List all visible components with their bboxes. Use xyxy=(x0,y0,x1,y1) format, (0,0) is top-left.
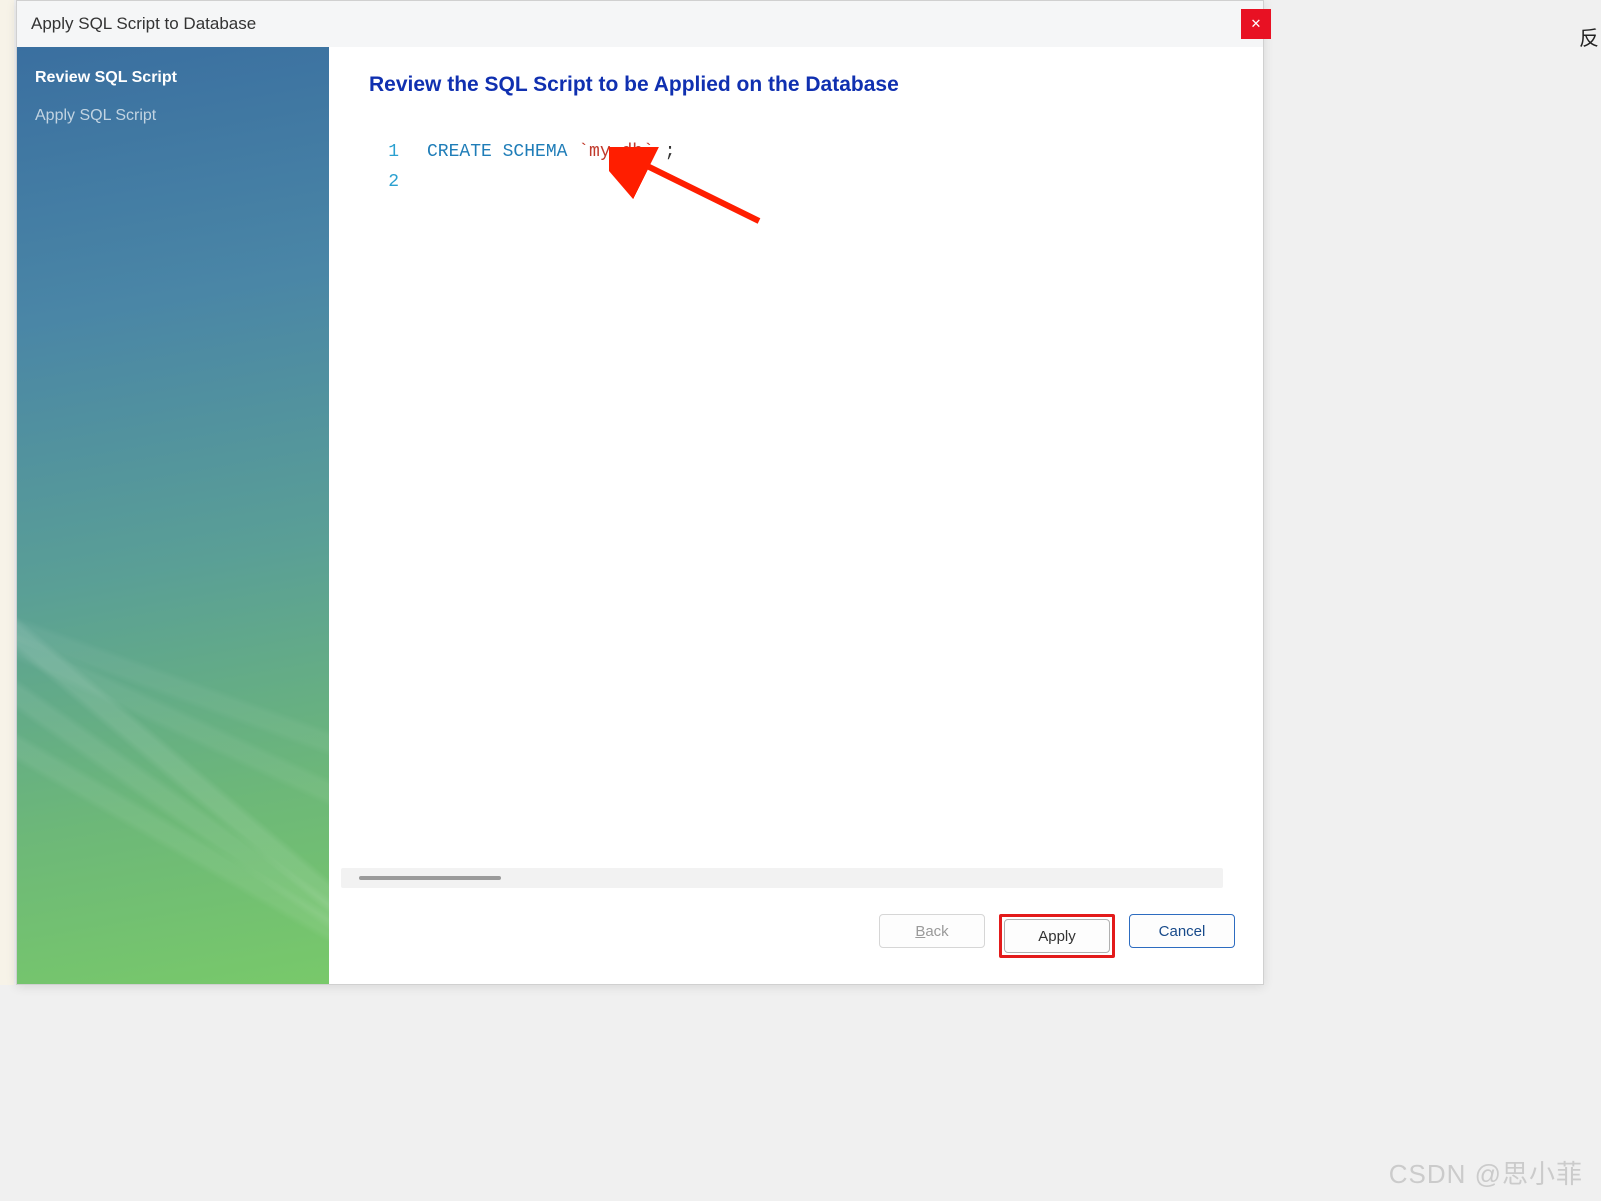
cancel-button[interactable]: Cancel xyxy=(1129,914,1235,948)
back-button: Back xyxy=(879,914,985,948)
dialog-window: Apply SQL Script to Database ✕ Review SQ… xyxy=(16,0,1264,985)
sidebar-step-apply[interactable]: Apply SQL Script xyxy=(17,97,329,135)
titlebar: Apply SQL Script to Database ✕ xyxy=(17,1,1263,47)
horizontal-scrollbar[interactable] xyxy=(341,868,1223,888)
close-button[interactable]: ✕ xyxy=(1241,9,1271,39)
code-line: 2 xyxy=(369,167,1223,197)
wizard-sidebar: Review SQL Script Apply SQL Script xyxy=(17,47,329,984)
sql-editor[interactable]: 1 CREATE SCHEMA `my_db` ; 2 xyxy=(329,123,1263,868)
background-strip xyxy=(0,0,14,985)
sidebar-item-label: Review SQL Script xyxy=(35,69,177,86)
window-title: Apply SQL Script to Database xyxy=(31,14,256,34)
sidebar-step-review[interactable]: Review SQL Script xyxy=(17,59,329,97)
button-row: Back Apply Cancel xyxy=(329,900,1263,964)
apply-button-label: Apply xyxy=(1038,928,1076,945)
dialog-body: Review SQL Script Apply SQL Script Revie… xyxy=(17,47,1263,984)
main-panel: Review the SQL Script to be Applied on t… xyxy=(329,47,1263,984)
page-heading: Review the SQL Script to be Applied on t… xyxy=(329,73,1263,123)
close-icon: ✕ xyxy=(1251,16,1262,32)
code-line: 1 CREATE SCHEMA `my_db` ; xyxy=(369,137,1223,167)
sidebar-item-label: Apply SQL Script xyxy=(35,107,156,124)
apply-highlight: Apply xyxy=(999,914,1115,958)
cancel-button-label: Cancel xyxy=(1159,923,1206,940)
line-number: 1 xyxy=(369,137,427,167)
line-number: 2 xyxy=(369,167,427,197)
code-content: CREATE SCHEMA `my_db` ; xyxy=(427,137,675,167)
side-glyph: 反 xyxy=(1579,22,1599,51)
scrollbar-thumb[interactable] xyxy=(359,876,501,880)
back-button-label: Back xyxy=(915,923,948,940)
watermark-text: CSDN @思小菲 xyxy=(1389,1154,1583,1191)
apply-button[interactable]: Apply xyxy=(1004,919,1110,953)
